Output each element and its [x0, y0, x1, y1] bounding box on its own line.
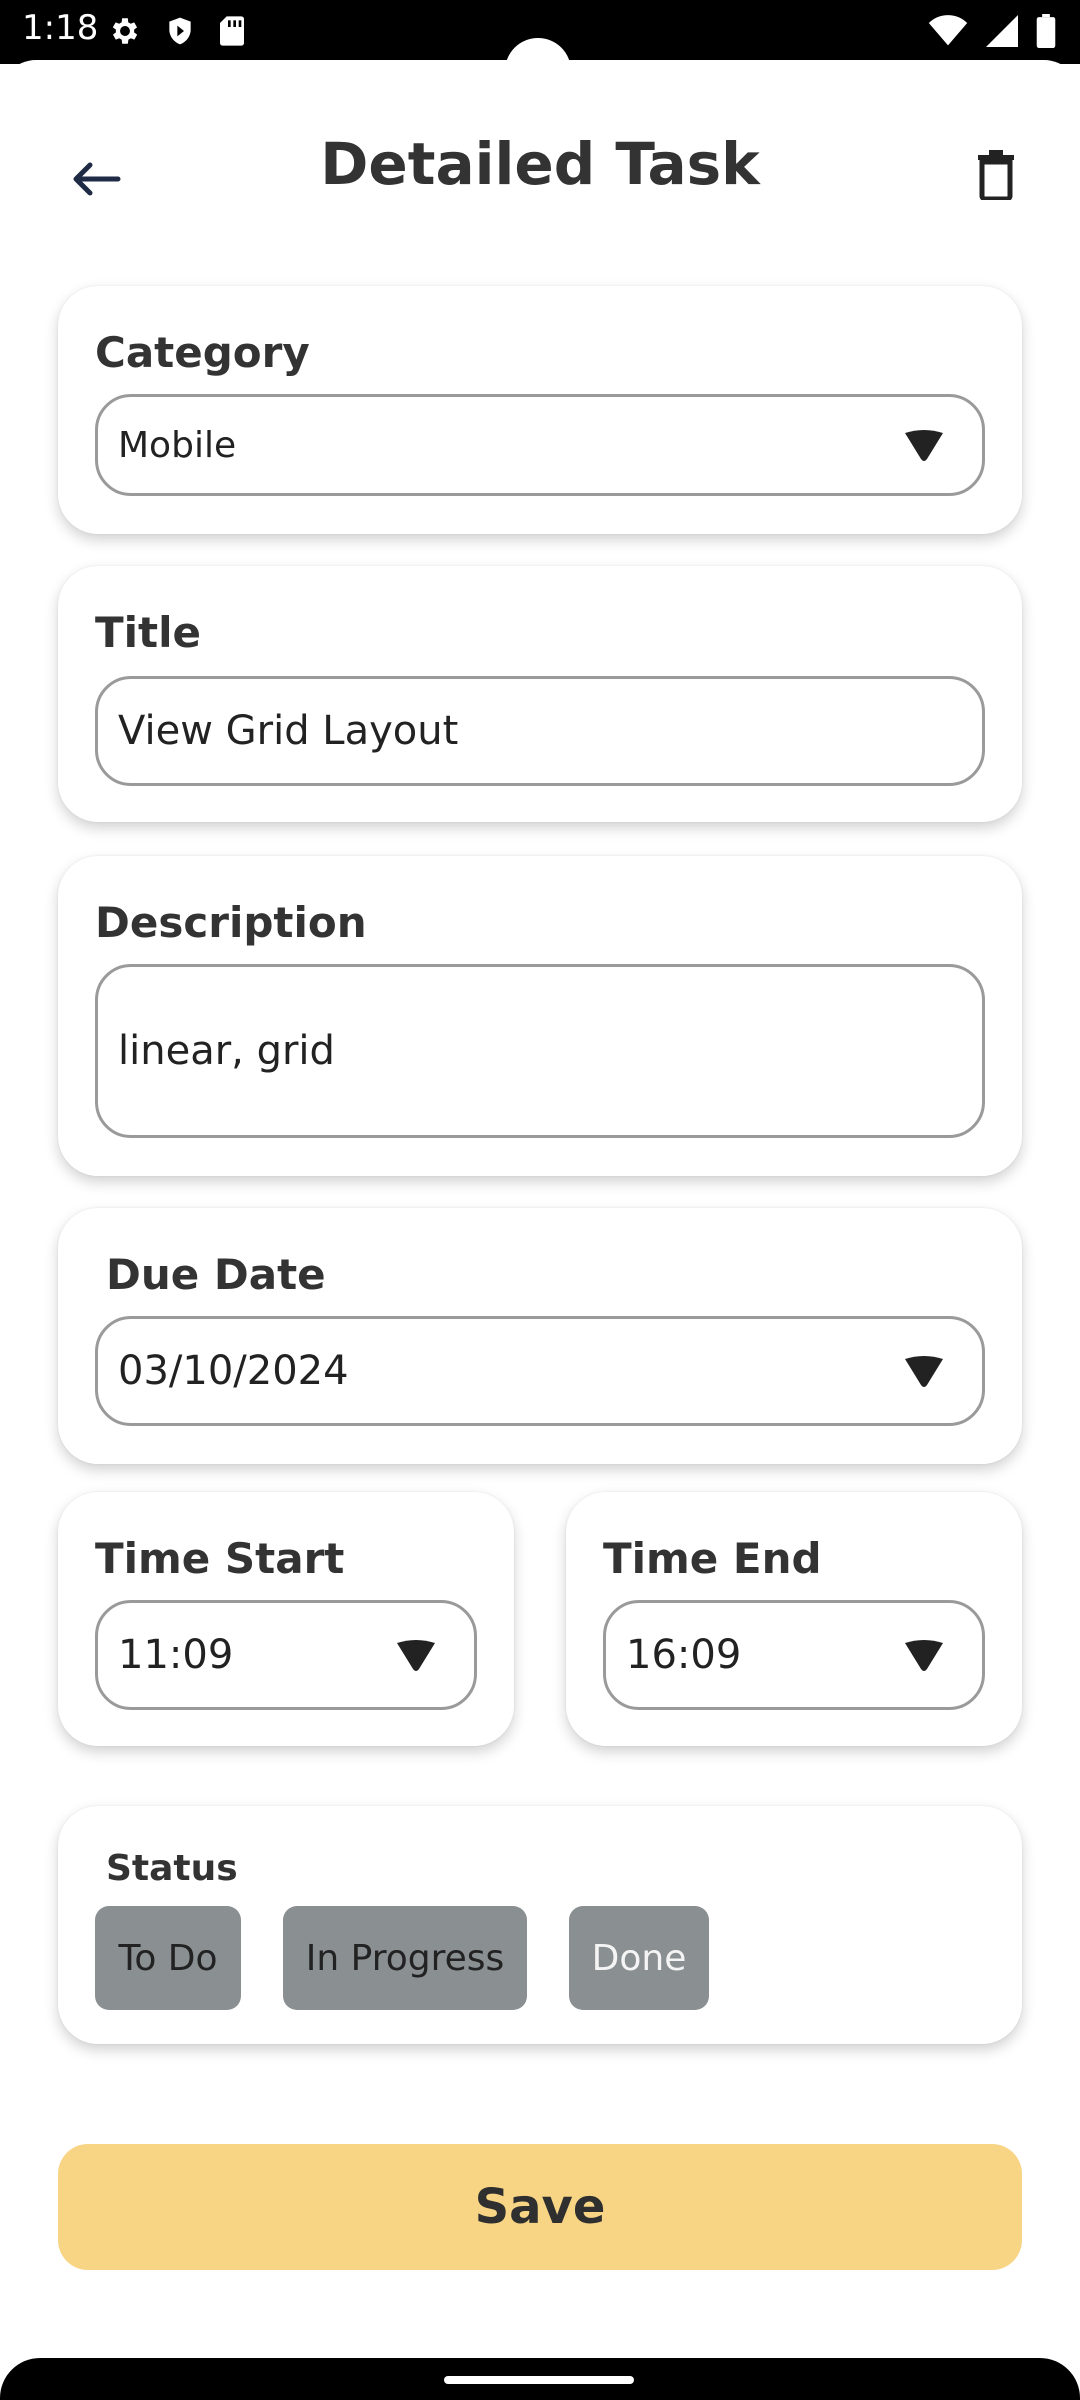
- delete-button[interactable]: [956, 134, 1036, 214]
- title-card: Title View Grid Layout: [58, 566, 1022, 822]
- gear-icon: [112, 18, 138, 44]
- dropdown-arrow-icon: [905, 1640, 943, 1671]
- status-chip-in-progress[interactable]: In Progress: [283, 1906, 527, 2010]
- category-card: Category Mobile: [58, 286, 1022, 534]
- title-label: Title: [95, 608, 202, 657]
- status-label: Status: [106, 1848, 238, 1889]
- category-dropdown[interactable]: Mobile: [95, 394, 985, 496]
- due-date-value: 03/10/2024: [118, 1348, 349, 1394]
- app-bar: Detailed Task: [0, 100, 1080, 230]
- title-value: View Grid Layout: [118, 708, 459, 754]
- status-icons-left: [108, 14, 246, 48]
- status-time: 1:18: [22, 8, 99, 48]
- trash-icon: [978, 150, 1014, 200]
- category-label: Category: [95, 328, 310, 377]
- home-gesture-handle[interactable]: [444, 2376, 634, 2384]
- battery-icon: [1036, 14, 1056, 48]
- status-icons-right: [928, 14, 1056, 48]
- status-card: Status To Do In Progress Done: [58, 1806, 1022, 2044]
- time-end-label: Time End: [603, 1534, 822, 1583]
- due-date-label: Due Date: [106, 1250, 326, 1299]
- category-value: Mobile: [118, 424, 237, 466]
- time-start-card: Time Start 11:09: [58, 1492, 514, 1746]
- wifi-icon: [928, 15, 968, 46]
- time-start-picker[interactable]: 11:09: [95, 1600, 477, 1710]
- page-title: Detailed Task: [320, 130, 760, 198]
- save-button[interactable]: Save: [58, 2144, 1022, 2270]
- description-card: Description linear, grid: [58, 856, 1022, 1176]
- due-date-card: Due Date 03/10/2024: [58, 1208, 1022, 1464]
- title-input[interactable]: View Grid Layout: [95, 676, 985, 786]
- time-start-value: 11:09: [118, 1632, 234, 1678]
- status-chip-done[interactable]: Done: [569, 1906, 709, 2010]
- time-end-picker[interactable]: 16:09: [603, 1600, 985, 1710]
- description-input[interactable]: linear, grid: [95, 964, 985, 1138]
- description-label: Description: [95, 898, 367, 947]
- sd-card-icon: [220, 16, 244, 46]
- status-chip-todo[interactable]: To Do: [95, 1906, 241, 2010]
- dropdown-arrow-icon: [397, 1640, 435, 1671]
- description-value: linear, grid: [118, 1028, 335, 1074]
- due-date-picker[interactable]: 03/10/2024: [95, 1316, 985, 1426]
- time-start-label: Time Start: [95, 1534, 345, 1583]
- dropdown-arrow-icon: [905, 1356, 943, 1387]
- shield-icon: [169, 17, 191, 45]
- signal-icon: [986, 15, 1018, 47]
- time-end-card: Time End 16:09: [566, 1492, 1022, 1746]
- time-end-value: 16:09: [626, 1632, 742, 1678]
- dropdown-arrow-icon: [905, 430, 943, 461]
